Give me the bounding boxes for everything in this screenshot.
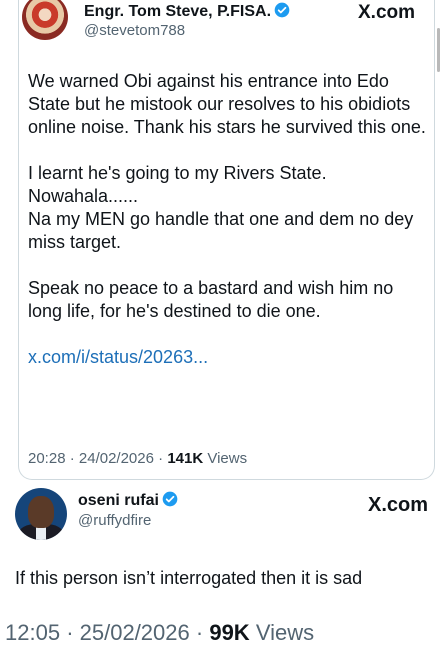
quoted-post-views-label: Views: [207, 450, 248, 467]
meta-separator: ·: [66, 620, 74, 645]
main-author-avatar[interactable]: [15, 488, 67, 540]
quoted-author-name[interactable]: Engr. Tom Steve, P.FISA.: [84, 2, 290, 21]
quoted-author-handle[interactable]: @stevetom788: [84, 22, 185, 39]
main-author-name-text: oseni rufai: [78, 492, 159, 509]
quoted-post-meta: 20:28 · 24/02/2026 · 141K Views: [28, 450, 247, 467]
meta-separator: ·: [195, 620, 204, 645]
quoted-post-date[interactable]: 24/02/2026: [79, 450, 154, 467]
main-author-name[interactable]: oseni rufai: [78, 491, 178, 510]
quoted-post-paragraph: Speak no peace to a bastard and wish him…: [28, 278, 394, 321]
x-logo: X.com: [358, 2, 416, 23]
main-post-time[interactable]: 12:05: [5, 620, 60, 645]
quoted-post-link[interactable]: x.com/i/status/20263...: [28, 346, 428, 369]
scrollbar[interactable]: [437, 28, 440, 72]
quoted-post-paragraph: I learnt he's going to my Rivers State. …: [28, 163, 414, 252]
main-post-views-count: 99K: [209, 620, 250, 645]
main-post-views-label: Views: [255, 620, 315, 645]
verified-badge-icon: [162, 491, 178, 507]
main-author-handle[interactable]: @ruffydfire: [78, 512, 151, 529]
quoted-post-views-count: 141K: [167, 450, 204, 467]
quoted-post-time[interactable]: 20:28: [28, 450, 66, 467]
verified-badge-icon: [274, 2, 290, 18]
quoted-post-paragraph: We warned Obi against his entrance into …: [28, 71, 426, 137]
x-logo: X.com: [368, 494, 429, 516]
avatar-face: [28, 496, 54, 528]
meta-separator: ·: [69, 450, 75, 467]
meta-separator: ·: [158, 450, 164, 467]
quoted-author-name-text: Engr. Tom Steve, P.FISA.: [84, 3, 272, 20]
main-post-meta: 12:05 · 25/02/2026 · 99K Views: [5, 620, 314, 646]
quoted-post-text: We warned Obi against his entrance into …: [28, 70, 428, 369]
main-post-text: If this person isn’t interrogated then i…: [15, 568, 363, 588]
main-post-date[interactable]: 25/02/2026: [80, 620, 190, 645]
